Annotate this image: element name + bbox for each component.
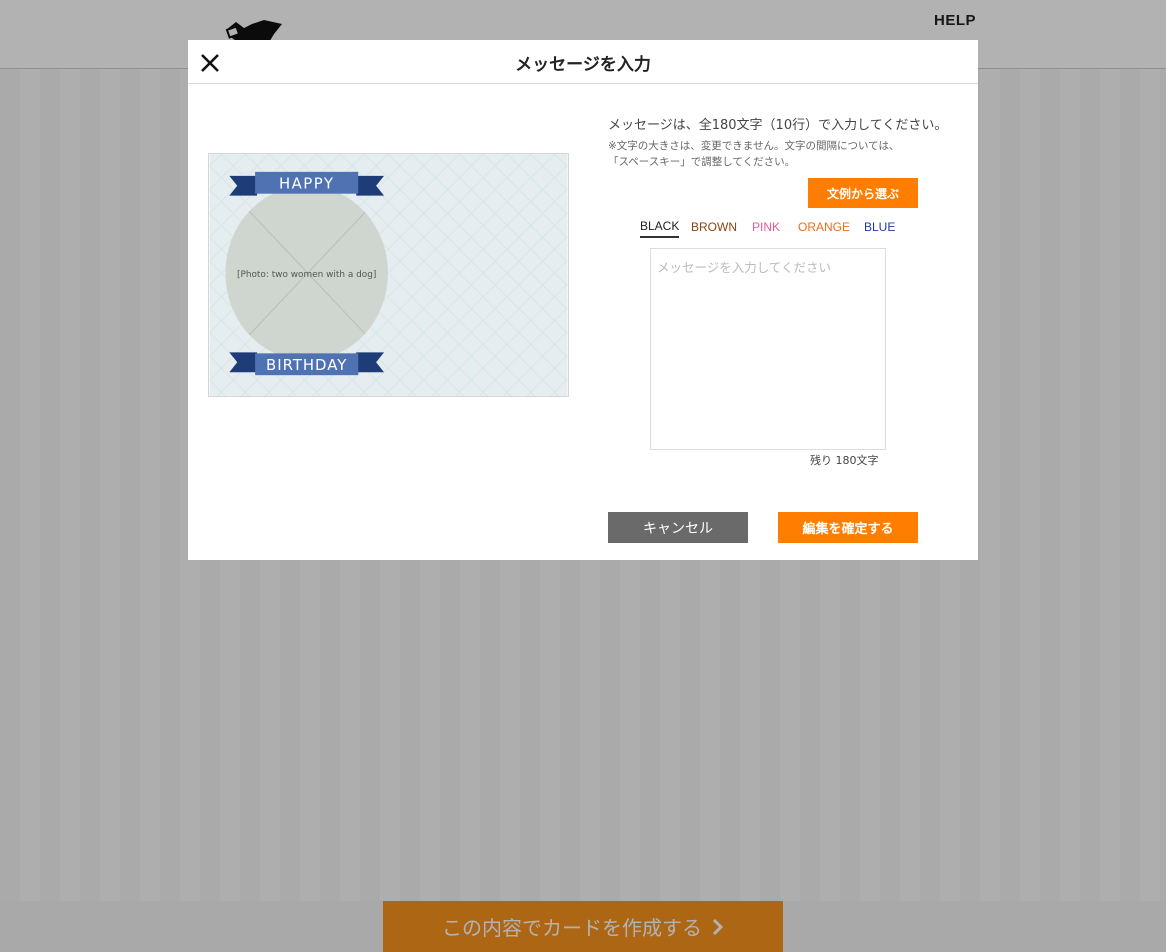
- banner-top-text: HAPPY: [279, 175, 334, 193]
- tab-blue[interactable]: BLUE: [864, 216, 895, 238]
- message-input-dialog: メッセージを入力 [Photo: two women with a dog] H…: [188, 40, 978, 560]
- message-textarea[interactable]: [650, 248, 886, 450]
- tab-black[interactable]: BLACK: [640, 216, 680, 238]
- cancel-button[interactable]: キャンセル: [608, 512, 748, 543]
- card-preview: [Photo: two women with a dog] HAPPY BIRT…: [208, 153, 569, 397]
- dialog-title: メッセージを入力: [515, 55, 651, 75]
- tab-pink[interactable]: PINK: [752, 216, 780, 238]
- tab-orange[interactable]: ORANGE: [798, 216, 850, 238]
- photo-label: [Photo: two women with a dog]: [237, 270, 376, 280]
- confirm-edit-button[interactable]: 編集を確定する: [778, 512, 918, 543]
- choose-example-button[interactable]: 文例から選ぶ: [808, 178, 918, 208]
- dialog-header: メッセージを入力: [188, 40, 978, 84]
- font-color-tabs: BLACK BROWN PINK ORANGE BLUE: [632, 216, 912, 240]
- banner-bottom: BIRTHDAY: [229, 352, 385, 376]
- note-text: ※文字の大きさは、変更できません。文字の間隔については、「スペースキー」で調整し…: [608, 140, 900, 168]
- remaining-characters: 残り 180文字: [810, 454, 879, 467]
- instruction-text: メッセージは、全180文字（10行）で入力してください。: [608, 118, 948, 133]
- tab-brown[interactable]: BROWN: [691, 216, 737, 238]
- banner-bottom-text: BIRTHDAY: [266, 356, 347, 374]
